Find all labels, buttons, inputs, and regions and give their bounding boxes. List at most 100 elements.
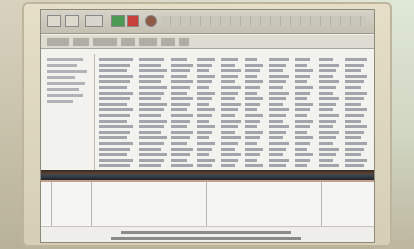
- table-row[interactable]: [99, 97, 374, 101]
- table-cell: [319, 91, 333, 95]
- table-cell: [345, 80, 364, 84]
- table-cell: [269, 130, 286, 134]
- table-cell: [319, 80, 339, 84]
- table-cell: [197, 153, 209, 157]
- table-cell: [197, 130, 212, 134]
- table-cell: [319, 86, 336, 89]
- table-cell: [99, 147, 130, 151]
- record-button[interactable]: [145, 15, 157, 27]
- table-cell: [295, 125, 310, 129]
- sidebar-item[interactable]: [47, 94, 83, 97]
- table-row[interactable]: [99, 63, 374, 67]
- menu-item[interactable]: [47, 38, 69, 46]
- table-row[interactable]: [99, 102, 374, 106]
- table-row[interactable]: [99, 136, 374, 140]
- sidebar-item[interactable]: [47, 76, 75, 79]
- sidebar-item[interactable]: [47, 70, 87, 73]
- table-row[interactable]: [99, 147, 374, 151]
- table-cell: [319, 69, 336, 73]
- table-cell: [295, 63, 307, 67]
- menu-item[interactable]: [93, 38, 117, 46]
- table-cell: [139, 102, 167, 106]
- table-cell: [221, 164, 235, 168]
- table-cell: [269, 86, 283, 89]
- table-cell: [221, 158, 238, 162]
- table-row[interactable]: [99, 74, 374, 78]
- table-row[interactable]: [99, 153, 374, 157]
- sidebar-item[interactable]: [47, 100, 73, 103]
- sidebar-item[interactable]: [47, 58, 83, 61]
- table-cell: [245, 164, 263, 168]
- table-row[interactable]: [99, 142, 374, 145]
- menu-item[interactable]: [161, 38, 175, 46]
- table-cell: [171, 86, 190, 89]
- table-row[interactable]: [99, 164, 374, 168]
- menu-item[interactable]: [139, 38, 157, 46]
- table-cell: [139, 97, 161, 101]
- table-cell: [99, 130, 130, 134]
- table-cell: [295, 91, 310, 95]
- table-cell: [245, 114, 263, 117]
- table-cell: [171, 147, 193, 151]
- table-row[interactable]: [99, 114, 374, 117]
- table-cell: [269, 136, 283, 140]
- menu-item[interactable]: [121, 38, 135, 46]
- table-cell: [295, 74, 310, 78]
- table-cell: [99, 58, 133, 61]
- stop-button[interactable]: [127, 15, 139, 27]
- table-cell: [139, 74, 164, 78]
- table-cell: [171, 164, 193, 168]
- table-cell: [345, 69, 361, 73]
- table-cell: [139, 91, 164, 95]
- table-cell: [245, 91, 257, 95]
- sidebar-item[interactable]: [47, 82, 85, 85]
- table-row[interactable]: [99, 158, 374, 162]
- table-cell: [171, 91, 187, 95]
- table-cell: [245, 69, 260, 73]
- table-cell: [295, 80, 307, 84]
- table-cell: [139, 130, 161, 134]
- table-cell: [319, 114, 339, 117]
- table-row[interactable]: [99, 80, 374, 84]
- table-row[interactable]: [99, 69, 374, 73]
- sidebar-item[interactable]: [47, 88, 79, 91]
- toolbar-button[interactable]: [47, 15, 61, 27]
- menu-item[interactable]: [179, 38, 189, 46]
- table-cell: [197, 69, 209, 73]
- table-row[interactable]: [99, 130, 374, 134]
- table-cell: [197, 102, 209, 106]
- table-cell: [171, 74, 187, 78]
- menu-item[interactable]: [73, 38, 89, 46]
- table-row[interactable]: [99, 119, 374, 123]
- table-cell: [319, 119, 336, 123]
- table-cell: [319, 136, 336, 140]
- table-row[interactable]: [99, 58, 374, 61]
- table-cell: [197, 74, 215, 78]
- table-cell: [269, 58, 289, 61]
- panel-divider: [206, 182, 207, 226]
- table-cell: [245, 125, 257, 129]
- panel-divider: [321, 182, 322, 226]
- table-cell: [139, 142, 164, 145]
- lower-panel: [41, 182, 374, 226]
- table-cell: [99, 136, 127, 140]
- table-row[interactable]: [99, 125, 374, 129]
- table-cell: [99, 119, 127, 123]
- table-cell: [221, 91, 238, 95]
- go-button[interactable]: [111, 15, 125, 27]
- table-cell: [221, 63, 235, 67]
- table-cell: [269, 91, 289, 95]
- table-row[interactable]: [99, 91, 374, 95]
- table-cell: [245, 102, 260, 106]
- sidebar-item[interactable]: [47, 64, 77, 67]
- table-row[interactable]: [99, 108, 374, 112]
- table-row[interactable]: [99, 86, 374, 89]
- table-cell: [171, 125, 187, 129]
- table-cell: [245, 80, 263, 84]
- toolbar-button[interactable]: [85, 15, 103, 27]
- table-cell: [269, 97, 286, 101]
- toolbar-button[interactable]: [65, 15, 79, 27]
- toolbar-segment-strip: [161, 16, 366, 26]
- table-cell: [345, 130, 364, 134]
- table-cell: [99, 74, 133, 78]
